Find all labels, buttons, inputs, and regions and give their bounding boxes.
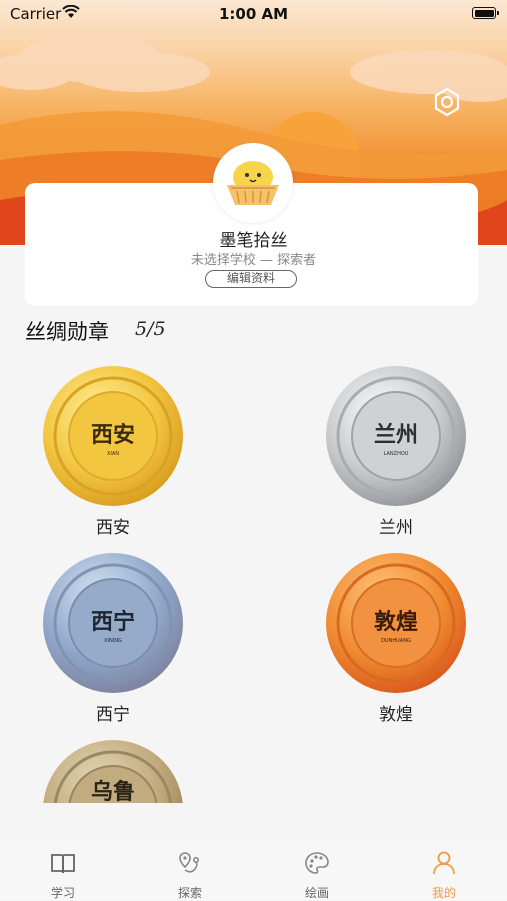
settings-hexagon-icon[interactable] (432, 87, 462, 117)
map-pin-route-icon (179, 852, 199, 873)
tab-label: 绘画 (304, 886, 329, 900)
status-bar: Carrier 1:00 AM (0, 0, 507, 28)
medal-count: 5/5 (135, 318, 166, 340)
tab-mine[interactable]: 我的 (381, 842, 507, 900)
tab-label: 探索 (177, 886, 202, 900)
edit-profile-button[interactable]: 编辑资料 (205, 270, 297, 288)
medal-xining[interactable]: 西宁 XINING (42, 552, 184, 694)
medal-xian[interactable]: 西安 XIAN (42, 365, 184, 507)
medal-pinyin-text: XIAN (107, 451, 119, 457)
username: 墨笔拾丝 (219, 231, 288, 251)
medal-urumqi[interactable]: 乌鲁 (42, 739, 184, 803)
book-icon (51, 854, 75, 874)
medal-label-dunhuang: 敦煌 (379, 705, 413, 725)
medal-grid: 西安 XIAN 西安 兰州 LANZHOU 兰州 西宁 XINING 西宁 敦煌… (0, 355, 507, 803)
tab-label: 学习 (50, 886, 75, 900)
medal-city-text: 敦煌 (374, 609, 418, 635)
medal-label-lanzhou: 兰州 (379, 518, 413, 538)
medal-city-text: 西安 (91, 422, 135, 448)
avatar[interactable] (213, 143, 293, 223)
tab-explore[interactable]: 探索 (127, 842, 253, 900)
medal-pinyin-text: XINING (104, 638, 122, 644)
clock: 1:00 AM (218, 5, 289, 23)
profile-subtitle: 未选择学校 — 探索者 (190, 253, 317, 268)
medal-label-xian: 西安 (96, 518, 130, 538)
tab-bar: 学习 探索 绘画 我的 (0, 842, 507, 900)
tab-label: 我的 (431, 886, 456, 900)
section-title: 丝绸勋章 (25, 320, 109, 344)
medal-city-text: 兰州 (374, 422, 418, 448)
medal-pinyin-text: DUNHUANG (381, 638, 411, 644)
medal-city-text: 西宁 (91, 609, 135, 635)
medal-city-text: 乌鲁 (91, 779, 135, 803)
tab-paint[interactable]: 绘画 (254, 842, 380, 900)
medal-label-xining: 西宁 (96, 705, 130, 725)
palette-icon (305, 852, 329, 874)
medal-lanzhou[interactable]: 兰州 LANZHOU (325, 365, 467, 507)
battery-icon (472, 7, 499, 19)
tart-mascot-icon (227, 161, 279, 205)
medal-dunhuang[interactable]: 敦煌 DUNHUANG (325, 552, 467, 694)
person-icon (433, 851, 455, 875)
medal-pinyin-text: LANZHOU (384, 451, 409, 457)
tab-study[interactable]: 学习 (0, 842, 126, 900)
